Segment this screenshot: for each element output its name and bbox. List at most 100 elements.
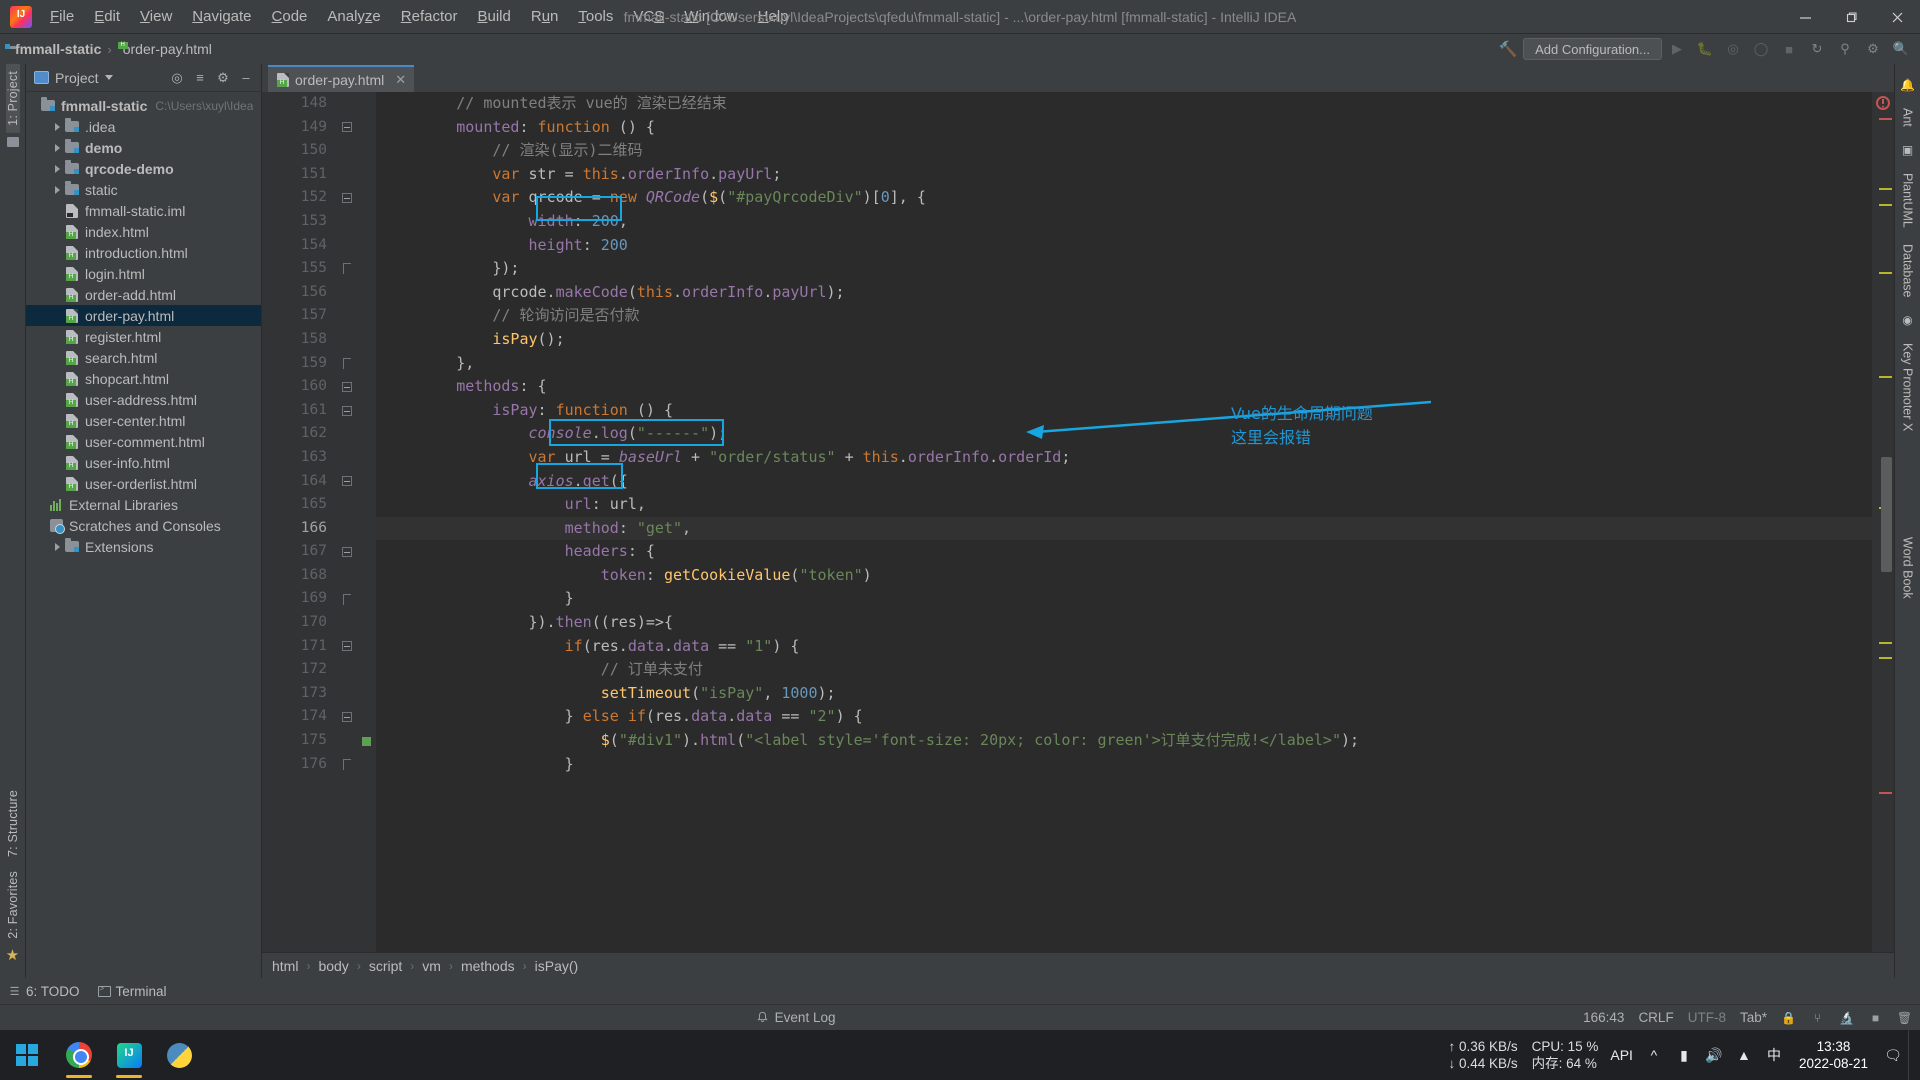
fold-toggle-icon[interactable] bbox=[336, 753, 358, 777]
menu-edit[interactable]: Edit bbox=[84, 4, 130, 30]
editor-tab-order-pay[interactable]: order-pay.html ✕ bbox=[268, 65, 415, 92]
fold-toggle-icon[interactable] bbox=[336, 352, 358, 376]
magnifier-icon[interactable]: 🔍 bbox=[1888, 37, 1914, 61]
tree-item-demo[interactable]: demo bbox=[26, 137, 261, 158]
minimize-button[interactable] bbox=[1782, 0, 1828, 34]
caret-position[interactable]: 166:43 bbox=[1583, 1010, 1624, 1025]
code-line[interactable]: }).then((res)=>{ bbox=[376, 611, 1872, 635]
menu-tools[interactable]: Tools bbox=[568, 4, 623, 30]
fold-toggle-icon[interactable] bbox=[336, 399, 358, 423]
code-line[interactable]: if(res.data.data == "1") { bbox=[376, 635, 1872, 659]
code-line[interactable]: // 订单未支付 bbox=[376, 658, 1872, 682]
fold-toggle-icon[interactable] bbox=[336, 186, 358, 210]
system-monitor-indicator[interactable]: CPU: 15 % 内存: 64 % bbox=[1526, 1038, 1605, 1072]
code-line[interactable]: headers: { bbox=[376, 540, 1872, 564]
key-promoter-icon[interactable]: ◉ bbox=[1900, 312, 1916, 328]
code-line[interactable]: } else if(res.data.data == "2") { bbox=[376, 705, 1872, 729]
expand-arrow-icon[interactable] bbox=[50, 185, 64, 194]
hide-panel-icon[interactable]: – bbox=[235, 67, 257, 89]
tree-item-static[interactable]: static bbox=[26, 179, 261, 200]
editor-scrollbar-thumb[interactable] bbox=[1881, 457, 1892, 572]
expand-arrow-icon[interactable] bbox=[50, 542, 64, 551]
code-line[interactable]: var qrcode = new QRCode($("#payQrcodeDiv… bbox=[376, 186, 1872, 210]
code-line[interactable]: width: 200, bbox=[376, 210, 1872, 234]
code-crumb-html[interactable]: html bbox=[272, 958, 298, 974]
expand-arrow-icon[interactable] bbox=[50, 122, 64, 131]
tree-item-scratches-and-consoles[interactable]: Scratches and Consoles bbox=[26, 515, 261, 536]
select-opened-file-icon[interactable]: ◎ bbox=[166, 67, 188, 89]
tree-item-search-html[interactable]: search.html bbox=[26, 347, 261, 368]
code-analysis-gutter[interactable] bbox=[1872, 92, 1894, 952]
code-line[interactable]: }, bbox=[376, 352, 1872, 376]
tree-item-introduction-html[interactable]: introduction.html bbox=[26, 242, 261, 263]
code-line[interactable]: height: 200 bbox=[376, 234, 1872, 258]
show-hidden-icons-chevron-icon[interactable]: ^ bbox=[1639, 1030, 1669, 1080]
code-crumb-methods[interactable]: methods bbox=[461, 958, 515, 974]
code-line[interactable]: mounted: function () { bbox=[376, 116, 1872, 140]
indent-setting[interactable]: Tab* bbox=[1740, 1010, 1767, 1025]
tree-item-login-html[interactable]: login.html bbox=[26, 263, 261, 284]
warning-stripe[interactable] bbox=[1879, 657, 1892, 659]
memory-indicator-icon[interactable]: ■ bbox=[1868, 1010, 1883, 1025]
update-project-icon[interactable]: ↻ bbox=[1804, 37, 1830, 61]
menu-build[interactable]: Build bbox=[467, 4, 520, 30]
taskbar-clock[interactable]: 13:38 2022-08-21 bbox=[1789, 1038, 1878, 1072]
tree-item-user-comment-html[interactable]: user-comment.html bbox=[26, 431, 261, 452]
tree-item--idea[interactable]: .idea bbox=[26, 116, 261, 137]
fold-toggle-icon[interactable] bbox=[336, 540, 358, 564]
code-line[interactable]: } bbox=[376, 587, 1872, 611]
code-line[interactable]: $("#div1").html("<label style='font-size… bbox=[376, 729, 1872, 753]
debug-icon[interactable]: 🐛 bbox=[1692, 37, 1718, 61]
battery-icon[interactable]: ▮ bbox=[1669, 1030, 1699, 1080]
warning-stripe[interactable] bbox=[1879, 376, 1892, 378]
code-line[interactable]: url: url, bbox=[376, 493, 1872, 517]
code-line[interactable]: axios.get({ bbox=[376, 470, 1872, 494]
run-with-coverage-icon[interactable]: ◎ bbox=[1720, 37, 1746, 61]
tool-tab-ant[interactable]: Ant bbox=[1901, 100, 1915, 135]
profile-icon[interactable]: ◯ bbox=[1748, 37, 1774, 61]
show-desktop-button[interactable] bbox=[1908, 1030, 1920, 1080]
notifications-icon[interactable]: 🔔 bbox=[1900, 77, 1916, 93]
code-line[interactable]: } bbox=[376, 753, 1872, 777]
chevron-down-icon[interactable] bbox=[104, 75, 113, 80]
menu-file[interactable]: File bbox=[40, 4, 84, 30]
menu-help[interactable]: Help bbox=[748, 4, 799, 30]
code-crumb-script[interactable]: script bbox=[369, 958, 402, 974]
tool-tab-structure[interactable]: 7: Structure bbox=[6, 783, 20, 864]
fold-toggle-icon[interactable] bbox=[336, 470, 358, 494]
tree-item-user-info-html[interactable]: user-info.html bbox=[26, 452, 261, 473]
volume-icon[interactable]: 🔊 bbox=[1699, 1030, 1729, 1080]
menu-refactor[interactable]: Refactor bbox=[391, 4, 468, 30]
code-crumb-vm[interactable]: vm bbox=[422, 958, 441, 974]
lock-icon[interactable]: 🔒 bbox=[1781, 1010, 1796, 1025]
code-line[interactable]: qrcode.makeCode(this.orderInfo.payUrl); bbox=[376, 281, 1872, 305]
code-line[interactable]: // 轮询访问是否付款 bbox=[376, 304, 1872, 328]
code-crumb-body[interactable]: body bbox=[318, 958, 348, 974]
inspection-level-icon[interactable]: 🔬 bbox=[1839, 1010, 1854, 1025]
code-line[interactable]: // 渲染(显示)二维码 bbox=[376, 139, 1872, 163]
tree-root-node[interactable]: fmmall-static C:\Users\xuyl\Idea bbox=[26, 95, 261, 116]
tree-item-qrcode-demo[interactable]: qrcode-demo bbox=[26, 158, 261, 179]
code-line[interactable]: isPay: function () { bbox=[376, 399, 1872, 423]
network-speed-indicator[interactable]: ↑ 0.36 KB/s ↓ 0.44 KB/s bbox=[1441, 1038, 1526, 1072]
error-stripe[interactable] bbox=[1879, 118, 1892, 120]
line-separator[interactable]: CRLF bbox=[1638, 1010, 1673, 1025]
build-hammer-icon[interactable]: 🔨 bbox=[1495, 37, 1521, 61]
breadcrumb-project[interactable]: fmmall-static bbox=[15, 41, 101, 57]
git-branch-icon[interactable]: ⑂ bbox=[1810, 1010, 1825, 1025]
fold-toggle-icon[interactable] bbox=[336, 635, 358, 659]
event-log-button[interactable]: Event Log bbox=[756, 1010, 835, 1025]
breadcrumb-file[interactable]: order-pay.html bbox=[123, 41, 212, 57]
code-line[interactable]: var str = this.orderInfo.payUrl; bbox=[376, 163, 1872, 187]
start-button[interactable] bbox=[0, 1030, 54, 1080]
tree-item-register-html[interactable]: register.html bbox=[26, 326, 261, 347]
tool-tab-project[interactable]: 1: Project bbox=[5, 64, 20, 133]
project-settings-gear-icon[interactable]: ⚙ bbox=[212, 67, 234, 89]
code-folding-gutter[interactable] bbox=[336, 92, 358, 952]
menu-window[interactable]: Window bbox=[674, 4, 747, 30]
menu-run[interactable]: Run bbox=[521, 4, 569, 30]
code-line[interactable]: }); bbox=[376, 257, 1872, 281]
taskbar-app-python[interactable] bbox=[154, 1030, 204, 1080]
fold-toggle-icon[interactable] bbox=[336, 587, 358, 611]
expand-arrow-icon[interactable] bbox=[50, 164, 64, 173]
